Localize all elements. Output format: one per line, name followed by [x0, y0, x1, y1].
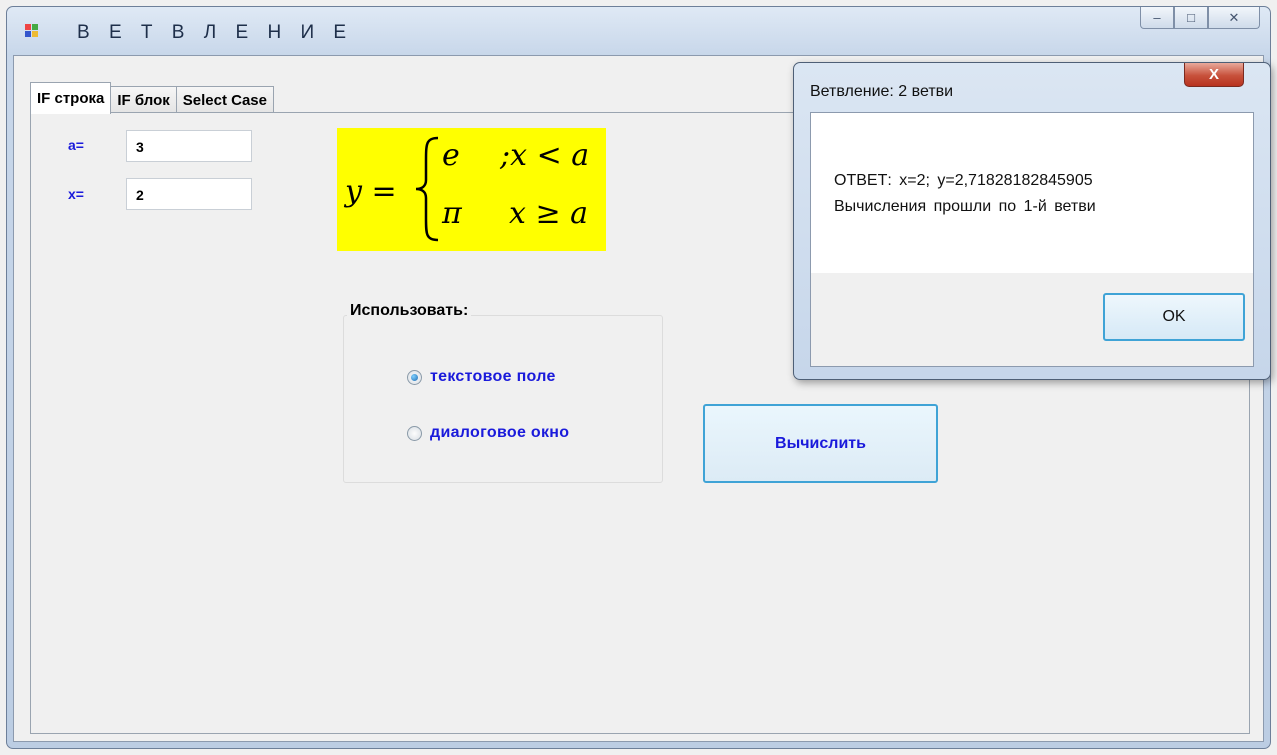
message-box-close-button[interactable]: X: [1184, 63, 1244, 87]
formula-case1-condition: ;x < a: [500, 138, 590, 173]
message-answer-line: ОТВЕТ: x=2; y=2,71828182845905: [834, 172, 1093, 189]
calculate-button[interactable]: Вычислить: [703, 404, 938, 483]
close-icon: X: [1208, 66, 1219, 83]
window-title: В Е Т В Л Е Н И Е: [77, 22, 354, 43]
use-groupbox-title: Использовать:: [347, 302, 472, 320]
ok-button[interactable]: OK: [1103, 293, 1245, 341]
radio-unchecked-icon[interactable]: [407, 425, 422, 441]
close-button[interactable]: ✕: [1208, 7, 1260, 29]
message-box-title: Ветвление: 2 ветви: [810, 83, 954, 100]
caption-buttons: – □ ✕: [1140, 7, 1260, 31]
tab-if-line[interactable]: IF строка: [30, 82, 112, 114]
message-branch-line: Вычисления прошли по 1-й ветви: [834, 198, 1096, 215]
minimize-button[interactable]: –: [1140, 7, 1174, 29]
message-area: [811, 113, 1253, 273]
formula-brace: [415, 136, 439, 242]
radio-dialog-window[interactable]: диалоговое окно: [407, 424, 569, 442]
formula-lhs: y =: [345, 174, 397, 209]
formula-case2-condition: x ≥ a: [509, 196, 589, 231]
radio-dialog-window-label: диалоговое окно: [430, 424, 570, 441]
close-icon: ✕: [1228, 9, 1240, 25]
maximize-icon: □: [1187, 10, 1195, 25]
formula-case2-value: π: [442, 196, 462, 231]
use-groupbox: [343, 315, 663, 483]
radio-text-field-label: текстовое поле: [430, 368, 556, 385]
formula-image: y = e ;x < a π x ≥ a: [337, 128, 606, 251]
minimize-icon: –: [1153, 10, 1161, 25]
title-bar[interactable]: В Е Т В Л Е Н И Е – □ ✕: [7, 7, 1270, 55]
tab-select-case[interactable]: Select Case: [175, 86, 274, 114]
formula-case1-value: e: [442, 138, 460, 173]
message-box: Ветвление: 2 ветви X ОТВЕТ: x=2; y=2,718…: [793, 62, 1271, 380]
x-label: x=: [68, 186, 84, 202]
maximize-button[interactable]: □: [1174, 7, 1208, 29]
a-input[interactable]: 3: [126, 130, 252, 162]
radio-checked-icon[interactable]: [407, 369, 422, 385]
tab-strip: IF строка IF блок Select Case: [30, 82, 274, 114]
tab-if-block[interactable]: IF блок: [110, 86, 177, 114]
a-label: a=: [68, 137, 84, 153]
radio-text-field[interactable]: текстовое поле: [407, 368, 556, 386]
app-icon: [25, 24, 39, 38]
x-input[interactable]: 2: [126, 178, 252, 210]
message-box-body: ОТВЕТ: x=2; y=2,71828182845905 Вычислени…: [810, 112, 1254, 367]
